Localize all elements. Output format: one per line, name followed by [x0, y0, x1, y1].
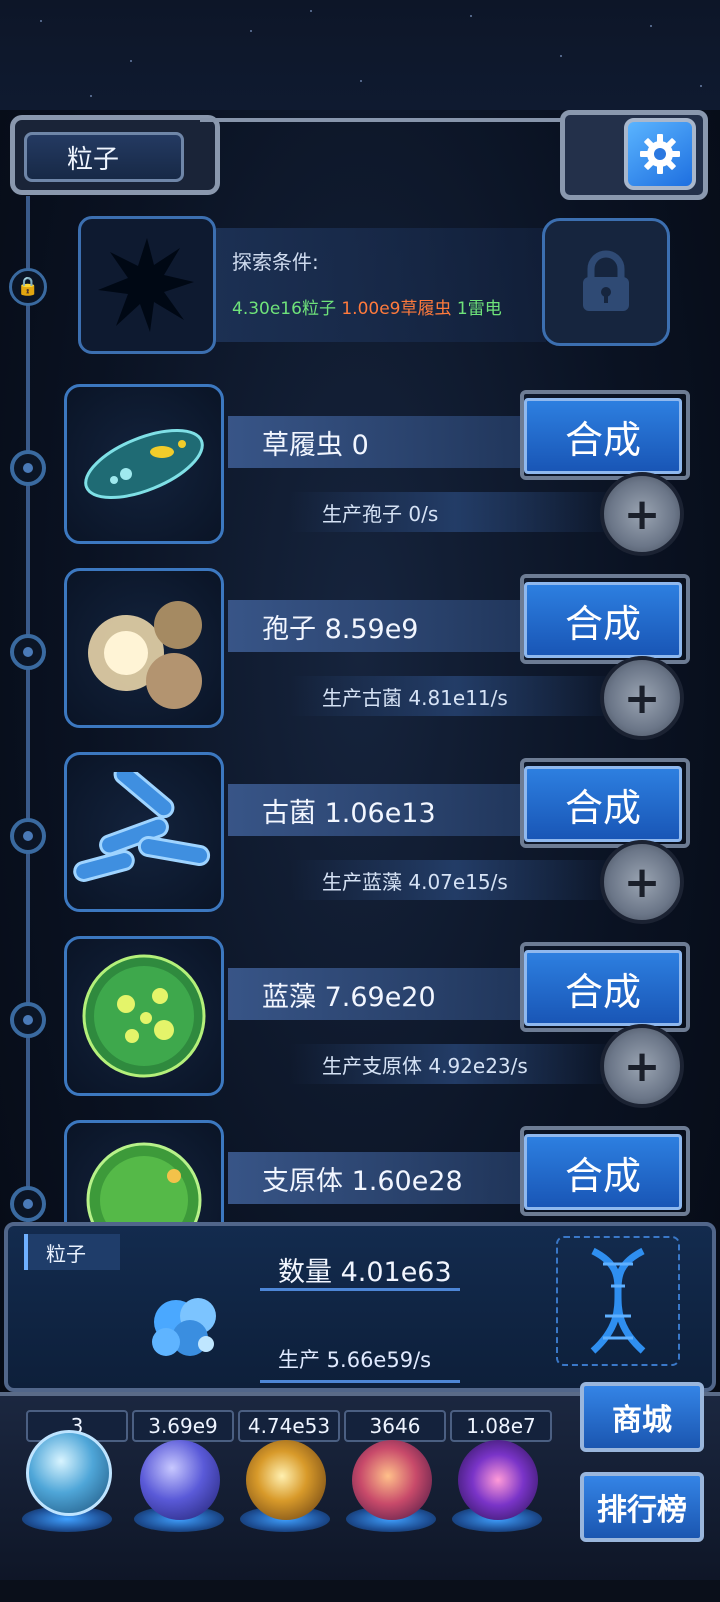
- orb-thunder[interactable]: [140, 1440, 220, 1520]
- shop-button[interactable]: 商城: [580, 1382, 704, 1452]
- locked-creature-thumb: [78, 216, 216, 354]
- lock-icon: [583, 250, 629, 311]
- resource-value-portal: 1.08e7: [450, 1410, 552, 1442]
- production-rate: 生产蓝藻 4.07e15/s: [290, 860, 620, 900]
- starfield-background: [0, 0, 720, 110]
- synthesize-button[interactable]: 合成: [524, 950, 682, 1026]
- cyanobacteria-icon: [82, 954, 206, 1078]
- req-thunder: 1雷电: [456, 299, 502, 319]
- plus-icon: +: [623, 856, 661, 908]
- synthesize-button[interactable]: 合成: [524, 398, 682, 474]
- production-rate: 生产支原体 4.92e23/s: [290, 1044, 620, 1084]
- orb-particles-selected[interactable]: [26, 1430, 112, 1516]
- settings-button[interactable]: [624, 118, 696, 190]
- bottom-strip: [0, 1580, 720, 1602]
- production-rate: 生产孢子 0/s: [290, 492, 620, 532]
- plus-icon: +: [623, 672, 661, 724]
- resource-value-star: 4.74e53: [238, 1410, 340, 1442]
- plus-icon: +: [623, 488, 661, 540]
- resource-value-thunder: 3.69e9: [132, 1410, 234, 1442]
- upgrade-plus-button[interactable]: +: [600, 656, 684, 740]
- rail-lock-icon: 🔒: [9, 268, 47, 306]
- page-title: 粒子: [24, 132, 184, 182]
- resource-tag: 粒子: [24, 1234, 120, 1270]
- plus-icon: +: [623, 1040, 661, 1092]
- explore-lock-button[interactable]: [542, 218, 670, 346]
- explore-condition-label: 探索条件:: [232, 250, 319, 274]
- orb-brain[interactable]: [352, 1440, 432, 1520]
- resource-value-brain: 3646: [344, 1410, 446, 1442]
- creature-name: 支原体 1.60e28: [228, 1152, 528, 1204]
- creature-name: 古菌 1.06e13: [228, 784, 528, 836]
- archaea-icon: [73, 772, 211, 882]
- req-paramecium: 1.00e9草履虫: [341, 299, 452, 319]
- cyanobacteria-thumb: [64, 936, 224, 1096]
- creature-row-archaea: 古菌 1.06e13 合成 生产蓝藻 4.07e15/s +: [0, 752, 720, 924]
- creature-name: 蓝藻 7.69e20: [228, 968, 528, 1020]
- synthesize-button[interactable]: 合成: [524, 766, 682, 842]
- gear-icon: [640, 134, 680, 174]
- header-divider: [200, 118, 610, 136]
- creature-row-spore: 孢子 8.59e9 合成 生产古菌 4.81e11/s +: [0, 568, 720, 740]
- paramecium-thumb: [64, 384, 224, 544]
- dna-icon: [590, 1247, 646, 1354]
- resource-count: 数量 4.01e63: [278, 1257, 452, 1288]
- upgrade-plus-button[interactable]: +: [600, 472, 684, 556]
- creature-name: 草履虫 0: [228, 416, 528, 468]
- archaea-thumb: [64, 752, 224, 912]
- particle-cluster-icon: [152, 1298, 216, 1356]
- connector-line: [260, 1380, 460, 1383]
- req-particles: 4.30e16粒子: [232, 299, 336, 319]
- dna-emblem: [556, 1236, 680, 1366]
- creature-row-cyanobacteria: 蓝藻 7.69e20 合成 生产支原体 4.92e23/s +: [0, 936, 720, 1108]
- creature-row-paramecium: 草履虫 0 合成 生产孢子 0/s +: [0, 384, 720, 556]
- upgrade-plus-button[interactable]: +: [600, 1024, 684, 1108]
- creature-name: 孢子 8.59e9: [228, 600, 528, 652]
- orb-portal[interactable]: [458, 1440, 538, 1520]
- creature-row-mycoplasma: 支原体 1.60e28 合成: [0, 1120, 720, 1222]
- explore-requirements: 4.30e16粒子 1.00e9草履虫 1雷电: [232, 294, 502, 319]
- spore-thumb: [64, 568, 224, 728]
- unknown-creature-silhouette-icon: [98, 238, 194, 332]
- spore-icon: [88, 601, 202, 709]
- synthesize-button[interactable]: 合成: [524, 582, 682, 658]
- mycoplasma-icon: [86, 1142, 202, 1222]
- synthesize-button[interactable]: 合成: [524, 1134, 682, 1210]
- paramecium-icon: [84, 429, 204, 499]
- orb-star[interactable]: [246, 1440, 326, 1520]
- leaderboard-button[interactable]: 排行榜: [580, 1472, 704, 1542]
- production-rate: 生产古菌 4.81e11/s: [290, 676, 620, 716]
- resource-production: 生产 5.66e59/s: [278, 1348, 432, 1372]
- upgrade-plus-button[interactable]: +: [600, 840, 684, 924]
- mycoplasma-thumb: [64, 1120, 224, 1222]
